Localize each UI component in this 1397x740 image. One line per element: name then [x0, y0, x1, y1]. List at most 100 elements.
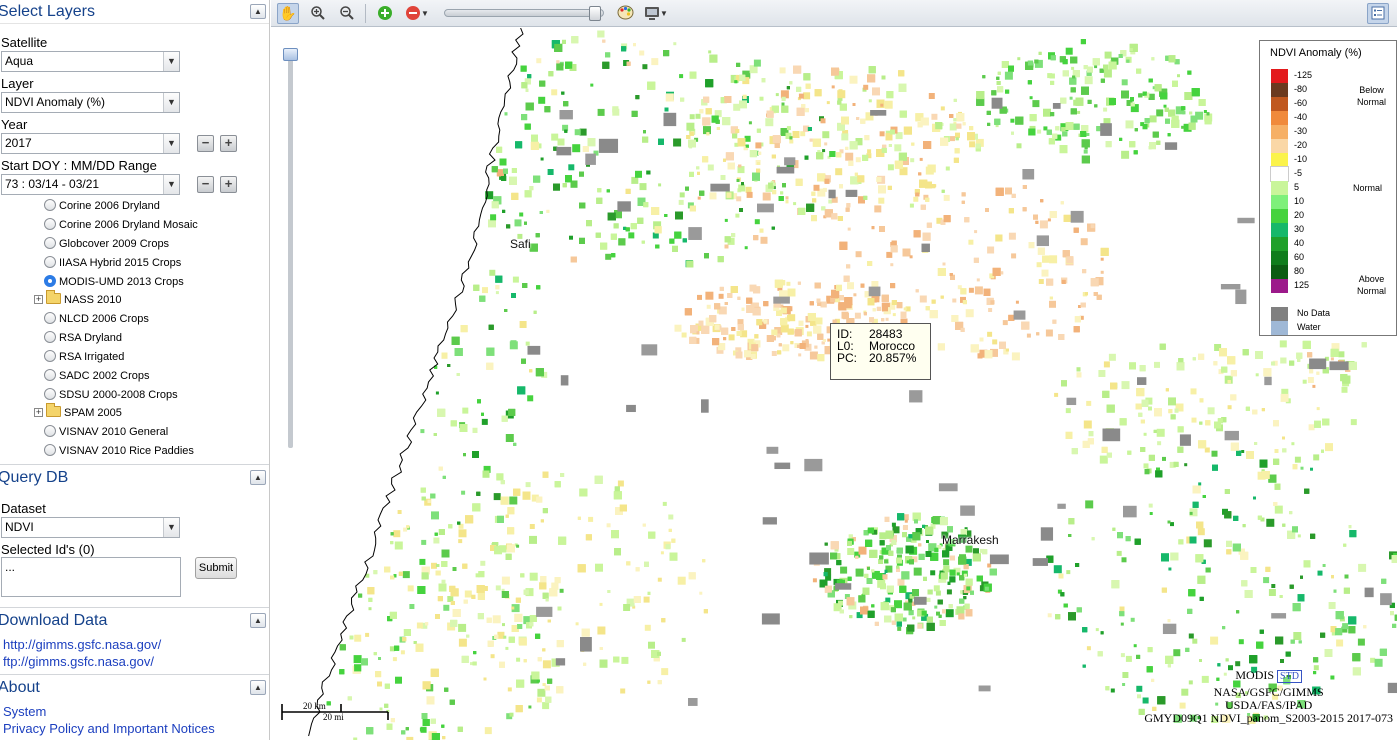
expand-icon[interactable]: +	[34, 295, 43, 304]
radio-icon[interactable]	[44, 312, 56, 324]
zoom-slider[interactable]	[288, 50, 293, 448]
dataset-select[interactable]: NDVI ▼	[1, 517, 180, 538]
collapse-download-button[interactable]: ▲	[250, 613, 266, 628]
year-value: 2017	[5, 136, 32, 150]
left-panel: Select Layers ▲ Satellite Aqua ▼ Layer N…	[0, 0, 270, 740]
radio-icon[interactable]	[44, 444, 56, 456]
radio-selected-icon[interactable]	[44, 275, 56, 287]
layer-select[interactable]: NDVI Anomaly (%) ▼	[1, 92, 180, 113]
year-decrement-button[interactable]: −	[197, 135, 214, 152]
query-db-header[interactable]: Query DB ▲	[0, 466, 269, 490]
legend-swatch	[1271, 97, 1288, 111]
radio-icon[interactable]	[44, 237, 56, 249]
ftp-download-link[interactable]: ftp://gimms.gsfc.nasa.gov/	[3, 654, 154, 669]
city-label-marrakesh: Marrakesh	[942, 533, 999, 547]
year-label: Year	[1, 117, 28, 132]
select-layers-header[interactable]: Select Layers ▲	[0, 0, 269, 24]
tree-item[interactable]: SADC 2002 Crops	[44, 367, 150, 385]
chevron-down-icon[interactable]: ▼	[163, 175, 179, 194]
feature-tooltip: ID: 28483 L0: Morocco PC: 20.857%	[830, 323, 931, 380]
tree-folder[interactable]: + NASS 2010	[34, 290, 121, 309]
chevron-down-icon[interactable]: ▼	[163, 93, 179, 112]
legend-value: -125	[1294, 70, 1313, 80]
about-header[interactable]: About ▲	[0, 676, 269, 700]
satellite-select[interactable]: Aqua ▼	[1, 51, 180, 72]
tree-item-selected[interactable]: MODIS-UMD 2013 Crops	[44, 273, 184, 291]
zoom-out-icon[interactable]	[336, 3, 358, 24]
collapse-select-layers-button[interactable]: ▲	[250, 4, 266, 19]
tree-item[interactable]: Corine 2006 Dryland	[44, 197, 160, 215]
privacy-policy-link[interactable]: Privacy Policy and Important Notices	[3, 721, 215, 736]
radio-icon[interactable]	[44, 388, 56, 400]
download-header[interactable]: Download Data ▲	[0, 609, 269, 633]
radio-icon[interactable]	[44, 350, 56, 362]
radio-icon[interactable]	[44, 331, 56, 343]
pan-icon[interactable]: ✋	[277, 3, 299, 24]
selected-ids-field[interactable]	[1, 557, 181, 597]
legend-swatch	[1271, 223, 1288, 237]
legend-toggle-icon[interactable]	[1367, 3, 1389, 24]
legend-swatch	[1271, 69, 1288, 83]
divider	[0, 674, 269, 675]
scale-mi-label: 20 mi	[323, 712, 344, 722]
tree-item[interactable]: RSA Irrigated	[44, 348, 124, 366]
legend-swatch	[1270, 166, 1289, 182]
legend-swatch	[1271, 125, 1288, 139]
radio-icon[interactable]	[44, 425, 56, 437]
tree-item[interactable]: Globcover 2009 Crops	[44, 235, 169, 253]
collapse-about-button[interactable]: ▲	[250, 680, 266, 695]
tooltip-pc-key: PC:	[837, 351, 858, 365]
legend-value: 125	[1294, 280, 1310, 290]
doy-decrement-button[interactable]: −	[197, 176, 214, 193]
map-view[interactable]: Safi Marrakesh ID: 28483 L0: Morocco PC: 20…	[271, 28, 1397, 740]
folder-icon	[46, 290, 61, 304]
radio-icon[interactable]	[44, 218, 56, 230]
radio-icon[interactable]	[44, 369, 56, 381]
screen-icon[interactable]: ▼	[641, 3, 671, 24]
radio-icon[interactable]	[44, 199, 56, 211]
legend-swatch	[1271, 251, 1288, 265]
tree-item[interactable]: Corine 2006 Dryland Mosaic	[44, 216, 198, 234]
select-layers-title: Select Layers	[0, 3, 95, 20]
chevron-down-icon[interactable]: ▼	[163, 52, 179, 71]
palette-icon[interactable]	[614, 3, 636, 24]
expand-icon[interactable]: +	[34, 408, 43, 417]
tree-item[interactable]: NLCD 2006 Crops	[44, 310, 149, 328]
remove-layer-icon[interactable]: ▼	[400, 3, 434, 24]
layer-value: NDVI Anomaly (%)	[5, 95, 106, 109]
tree-item[interactable]: SDSU 2000-2008 Crops	[44, 386, 178, 404]
legend-swatch	[1271, 237, 1288, 251]
collapse-query-db-button[interactable]: ▲	[250, 470, 266, 485]
tree-item[interactable]: IIASA Hybrid 2015 Crops	[44, 254, 181, 272]
legend-value: 60	[1294, 252, 1305, 262]
opacity-slider[interactable]	[444, 6, 604, 21]
year-select[interactable]: 2017 ▼	[1, 133, 180, 154]
chevron-down-icon[interactable]: ▼	[163, 518, 179, 537]
legend-normal: Normal	[1352, 183, 1382, 193]
legend-swatch	[1271, 181, 1288, 195]
zoom-in-icon[interactable]	[307, 3, 329, 24]
opacity-slider-handle[interactable]	[589, 6, 601, 21]
system-link[interactable]: System	[3, 704, 46, 719]
add-layer-icon[interactable]	[374, 3, 396, 24]
doy-increment-button[interactable]: +	[220, 176, 237, 193]
tree-item[interactable]: RSA Dryland	[44, 329, 122, 347]
tree-item[interactable]: VISNAV 2010 General	[44, 423, 168, 441]
scale-bar: 20 km 20 mi	[281, 700, 391, 724]
tree-folder[interactable]: + SPAM 2005	[34, 403, 122, 422]
zoom-slider-handle[interactable]	[283, 48, 298, 61]
doy-select[interactable]: 73 : 03/14 - 03/21 ▼	[1, 174, 180, 195]
tree-item[interactable]: VISNAV 2010 Rice Paddies	[44, 442, 194, 460]
ndvi-anomaly-raster[interactable]	[271, 28, 1397, 740]
chevron-down-icon[interactable]: ▼	[163, 134, 179, 153]
legend-value: -30	[1294, 126, 1308, 136]
submit-button[interactable]: Submit	[195, 557, 237, 579]
legend-value: 30	[1294, 224, 1305, 234]
http-download-link[interactable]: http://gimms.gsfc.nasa.gov/	[3, 637, 161, 652]
year-increment-button[interactable]: +	[220, 135, 237, 152]
legend-value: 80	[1294, 266, 1305, 276]
attribution-std-badge[interactable]: STD	[1277, 670, 1302, 683]
dataset-value: NDVI	[5, 520, 34, 534]
radio-icon[interactable]	[44, 256, 56, 268]
legend-value: -5	[1294, 168, 1303, 178]
